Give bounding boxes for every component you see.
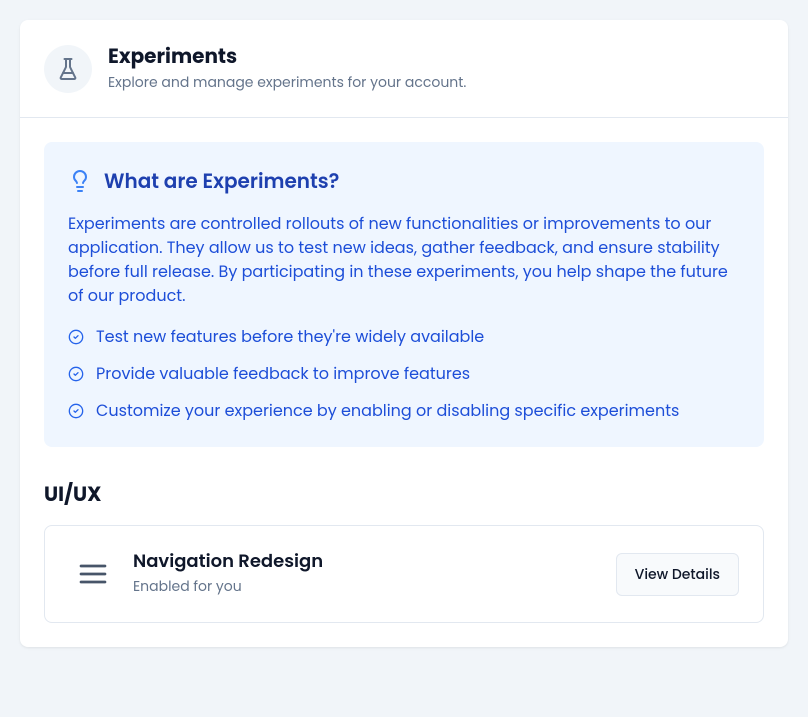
experiment-icon-wrapper <box>69 550 117 598</box>
info-box-header: What are Experiments? <box>68 166 740 196</box>
card-content: What are Experiments? Experiments are co… <box>20 118 788 647</box>
header-icon-wrapper <box>44 45 92 93</box>
list-item-text: Test new features before they're widely … <box>96 324 484 349</box>
card-subtitle: Explore and manage experiments for your … <box>108 72 466 93</box>
list-item: Test new features before they're widely … <box>68 324 740 349</box>
section-title-uiux: UI/UX <box>44 479 764 509</box>
card-header: Experiments Explore and manage experimen… <box>20 20 788 118</box>
check-circle-icon <box>68 366 84 382</box>
experiment-left: Navigation Redesign Enabled for you <box>69 550 323 598</box>
list-item-text: Customize your experience by enabling or… <box>96 398 679 423</box>
experiment-card: Navigation Redesign Enabled for you View… <box>44 525 764 623</box>
info-box-list: Test new features before they're widely … <box>68 324 740 423</box>
menu-icon <box>77 558 109 590</box>
card-header-text: Experiments Explore and manage experimen… <box>108 44 466 93</box>
flask-conical-icon <box>56 57 80 81</box>
info-box: What are Experiments? Experiments are co… <box>44 142 764 447</box>
experiment-info: Navigation Redesign Enabled for you <box>133 551 323 598</box>
experiment-name: Navigation Redesign <box>133 551 323 573</box>
card-title: Experiments <box>108 44 466 68</box>
experiments-card: Experiments Explore and manage experimen… <box>20 20 788 647</box>
info-box-title: What are Experiments? <box>104 166 339 196</box>
list-item: Provide valuable feedback to improve fea… <box>68 361 740 386</box>
lightbulb-icon <box>68 169 92 193</box>
experiment-status: Enabled for you <box>133 576 323 597</box>
view-details-button[interactable]: View Details <box>616 553 739 596</box>
info-box-description: Experiments are controlled rollouts of n… <box>68 212 740 308</box>
list-item: Customize your experience by enabling or… <box>68 398 740 423</box>
list-item-text: Provide valuable feedback to improve fea… <box>96 361 470 386</box>
check-circle-icon <box>68 329 84 345</box>
check-circle-icon <box>68 403 84 419</box>
